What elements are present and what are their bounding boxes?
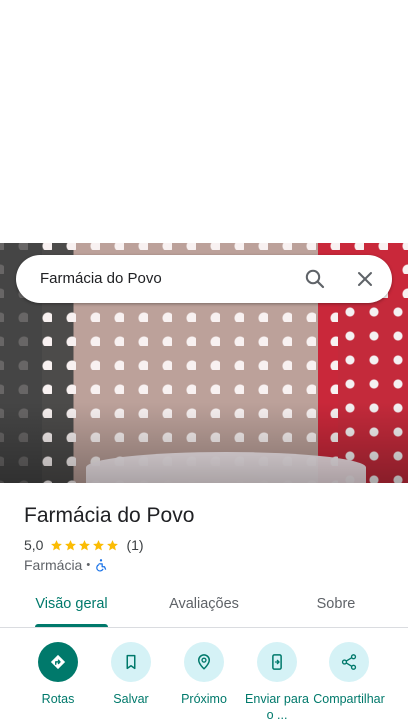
tab-reviews[interactable]: Avaliações [162,585,246,627]
share-circle[interactable] [329,642,369,682]
share-button[interactable]: Compartilhar [312,642,386,722]
close-icon[interactable] [353,267,377,291]
search-icon[interactable] [303,267,327,291]
tab-overview[interactable]: Visão geral [35,585,108,627]
star-icon [79,539,91,550]
category-row: Farmácia • [24,557,108,573]
search-bar[interactable]: Farmácia do Povo [16,255,392,303]
share-icon [341,654,357,670]
save-circle[interactable] [111,642,151,682]
separator-dot: • [86,559,91,571]
send-to-phone-label: Enviar para o ... [245,692,309,722]
bookmark-icon [126,654,136,670]
search-query[interactable]: Farmácia do Povo [40,270,162,287]
nearby-circle[interactable] [184,642,224,682]
tab-about[interactable]: Sobre [306,585,366,627]
rating-row[interactable]: 5,0 (1) [24,537,144,553]
place-title: Farmácia do Povo [24,504,195,527]
directions-icon [50,654,66,670]
directions-button[interactable]: Rotas [21,642,95,722]
save-button[interactable]: Salvar [94,642,168,722]
place-category: Farmácia [24,557,83,573]
rating-value: 5,0 [24,537,44,553]
review-count[interactable]: (1) [126,537,143,553]
send-to-phone-circle[interactable] [257,642,297,682]
photo-fade [0,402,408,483]
nearby-label: Próximo [181,692,227,706]
share-label: Compartilhar [313,692,385,706]
directions-label: Rotas [41,692,75,706]
nearby-icon [197,654,211,670]
send-to-phone-button[interactable]: Enviar para o ... [240,642,314,722]
accessibility-icon [96,559,107,572]
star-icon [93,539,105,550]
save-label: Salvar [113,692,149,706]
place-sheet: Farmácia do Povo 5,0 (1) Farmácia • Visã… [0,483,408,726]
star-icon [107,539,119,550]
star-icon [65,539,77,550]
tab-bar: Visão geral Avaliações Sobre [0,585,408,628]
nearby-button[interactable]: Próximo [167,642,241,722]
star-rating [50,539,120,552]
directions-circle[interactable] [38,642,78,682]
send-to-phone-icon [272,654,282,670]
star-icon [51,539,63,550]
tab-indicator [35,624,108,627]
